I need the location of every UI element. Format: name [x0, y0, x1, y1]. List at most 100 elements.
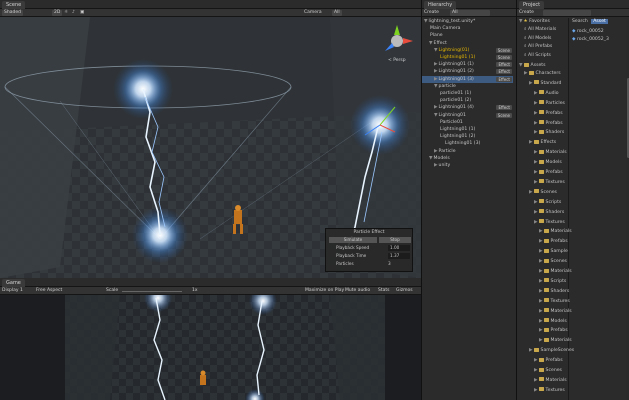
shading-dropdown[interactable]: Shaded — [2, 10, 23, 16]
expand-arrow-icon[interactable]: ▶ — [534, 358, 538, 363]
favorite-item[interactable]: ⌕ All Materials — [524, 26, 556, 33]
asset-folder[interactable]: ▶ Scripts — [534, 199, 561, 206]
expand-arrow-icon[interactable]: ▶ — [539, 319, 543, 324]
expand-arrow-icon[interactable]: ▶ — [539, 239, 543, 244]
expand-arrow-icon[interactable]: ▶ — [534, 160, 538, 165]
prefab-tag[interactable]: Scene — [495, 55, 512, 60]
expand-arrow-icon[interactable]: ▼ — [429, 156, 433, 161]
playback-time-field[interactable]: 1.37 — [388, 253, 410, 259]
hierarchy-item[interactable]: Plane — [422, 32, 513, 39]
scale-slider[interactable] — [122, 290, 182, 292]
asset-folder[interactable]: ▶ Materials — [534, 149, 567, 156]
playback-speed-field[interactable]: 1.00 — [388, 245, 410, 251]
stats-toggle[interactable]: Stats — [378, 288, 390, 294]
expand-arrow-icon[interactable]: ▶ — [529, 140, 533, 145]
expand-arrow-icon[interactable]: ▶ — [434, 105, 438, 110]
prefab-tag[interactable]: Scene — [495, 112, 512, 118]
expand-arrow-icon[interactable]: ▼ — [424, 19, 428, 24]
prefab-tag[interactable]: Scene — [495, 47, 512, 53]
asset-folder[interactable]: ▶ Prefabs — [539, 238, 568, 245]
persp-label[interactable]: < Persp — [388, 58, 406, 63]
hierarchy-item[interactable]: particle01 (1) — [422, 90, 513, 97]
expand-arrow-icon[interactable]: ▶ — [534, 130, 538, 135]
hierarchy-item[interactable]: ▶Particle — [422, 148, 513, 155]
expand-arrow-icon[interactable]: ▶ — [534, 368, 538, 373]
expand-arrow-icon[interactable]: ▶ — [534, 378, 538, 383]
prefab-tag[interactable]: Effect — [496, 62, 512, 68]
asset-folder[interactable]: ▶ Particles — [534, 100, 565, 107]
asset-folder[interactable]: ▶ Shaders — [534, 209, 564, 216]
hierarchy-create-button[interactable]: Create — [424, 10, 439, 16]
hierarchy-item[interactable]: ▶Lightning01 (1) Effect — [422, 61, 513, 68]
hierarchy-item[interactable]: Main Camera — [422, 25, 513, 32]
expand-arrow-icon[interactable]: ▶ — [434, 69, 438, 74]
project-search-input[interactable] — [543, 10, 591, 16]
expand-arrow-icon[interactable]: ▶ — [534, 150, 538, 155]
expand-arrow-icon[interactable]: ▶ — [434, 149, 438, 154]
asset-folder[interactable]: ▶ Prefabs — [534, 169, 563, 176]
asset-folder[interactable]: ▶ Scenes — [539, 258, 567, 265]
asset-folder[interactable]: ▶ Materials — [539, 337, 572, 344]
asset-folder[interactable]: ▶ Textures — [534, 387, 565, 394]
expand-arrow-icon[interactable]: ▼ — [434, 48, 438, 53]
effects-icon[interactable]: ▣ — [80, 10, 84, 16]
expand-arrow-icon[interactable]: ▶ — [529, 348, 533, 353]
gizmos-dropdown[interactable]: Camera — [304, 10, 322, 16]
expand-arrow-icon[interactable]: ▶ — [534, 101, 538, 106]
hierarchy-item[interactable]: ▼Lightning01 Scene — [422, 112, 513, 119]
scene-search-all[interactable]: All — [332, 10, 342, 16]
expand-arrow-icon[interactable]: ▶ — [534, 91, 538, 96]
expand-arrow-icon[interactable]: ▶ — [534, 210, 538, 215]
expand-arrow-icon[interactable]: ▶ — [539, 338, 543, 343]
expand-arrow-icon[interactable]: ▶ — [529, 81, 533, 86]
tab-project[interactable]: Project — [519, 1, 545, 9]
asset-folder[interactable]: ▶ SampleScenes — [529, 347, 574, 354]
asset-folder[interactable]: ▶ Textures — [534, 219, 565, 226]
expand-arrow-icon[interactable]: ▶ — [539, 309, 543, 314]
asset-folder[interactable]: ▶ Textures — [534, 179, 565, 186]
hierarchy-item[interactable]: particle01 (2) — [422, 97, 513, 104]
asset-folder[interactable]: ▶ Effects — [529, 139, 556, 146]
asset-folder[interactable]: ▶ Scripts — [539, 278, 566, 285]
aspect-dropdown[interactable]: Free Aspect — [36, 288, 62, 294]
hierarchy-item[interactable]: ▼Lightning(01) Scene — [422, 47, 513, 54]
expand-arrow-icon[interactable]: ▶ — [539, 259, 543, 264]
favorites-header[interactable]: ▼★ Favorites — [519, 18, 550, 25]
hierarchy-item[interactable]: ▼Models — [422, 155, 513, 162]
mute-audio-toggle[interactable]: Mute audio — [345, 288, 370, 294]
expand-arrow-icon[interactable]: ▶ — [434, 62, 438, 67]
simulate-button[interactable]: Simulate — [329, 237, 377, 243]
hierarchy-item[interactable]: ▼Effect — [422, 40, 513, 47]
tab-scene[interactable]: Scene — [2, 1, 26, 9]
asset-folder[interactable]: ▶ Materials — [539, 268, 572, 275]
asset-folder[interactable]: ▶ Scenes — [534, 367, 562, 374]
expand-arrow-icon[interactable]: ▶ — [434, 77, 438, 82]
expand-arrow-icon[interactable]: ▶ — [539, 299, 543, 304]
asset-file[interactable]: ◆ rock_00052_3 — [572, 36, 609, 43]
game-viewport[interactable] — [0, 295, 421, 400]
expand-arrow-icon[interactable]: ▶ — [539, 249, 543, 254]
prefab-tag[interactable]: Effect — [496, 76, 512, 82]
favorite-item[interactable]: ⌕ All Scripts — [524, 52, 551, 59]
expand-arrow-icon[interactable]: ▼ — [429, 41, 433, 46]
expand-arrow-icon[interactable]: ▶ — [539, 328, 543, 333]
asset-folder[interactable]: ▶ Standard — [529, 80, 561, 87]
expand-arrow-icon[interactable]: ▶ — [534, 220, 538, 225]
lighting-icon[interactable]: ☼ — [64, 10, 68, 16]
expand-arrow-icon[interactable]: ▶ — [524, 71, 528, 76]
expand-arrow-icon[interactable]: ▼ — [434, 84, 438, 89]
asset-folder[interactable]: ▶ Prefabs — [534, 110, 563, 117]
expand-arrow-icon[interactable]: ▶ — [539, 289, 543, 294]
prefab-tag[interactable]: Effect — [496, 69, 512, 75]
hierarchy-item[interactable]: Lightning01 (1) — [422, 126, 513, 133]
hierarchy-item[interactable]: Lightning01 (1) Scene — [422, 54, 513, 61]
hierarchy-item[interactable]: ▶Lightning01 (3) Effect — [422, 75, 513, 83]
asset-folder[interactable]: ▶ Textures — [539, 298, 570, 305]
hierarchy-item[interactable]: ▶Lightning01 (4) Effect — [422, 104, 513, 111]
expand-arrow-icon[interactable]: ▶ — [539, 229, 543, 234]
hierarchy-item[interactable]: ▶unity — [422, 162, 513, 169]
favorite-item[interactable]: ⌕ All Prefabs — [524, 43, 552, 50]
asset-folder[interactable]: ▶ Prefabs — [534, 120, 563, 127]
asset-folder[interactable]: ▶ Characters — [524, 70, 561, 77]
tab-hierarchy[interactable]: Hierarchy — [424, 1, 457, 9]
